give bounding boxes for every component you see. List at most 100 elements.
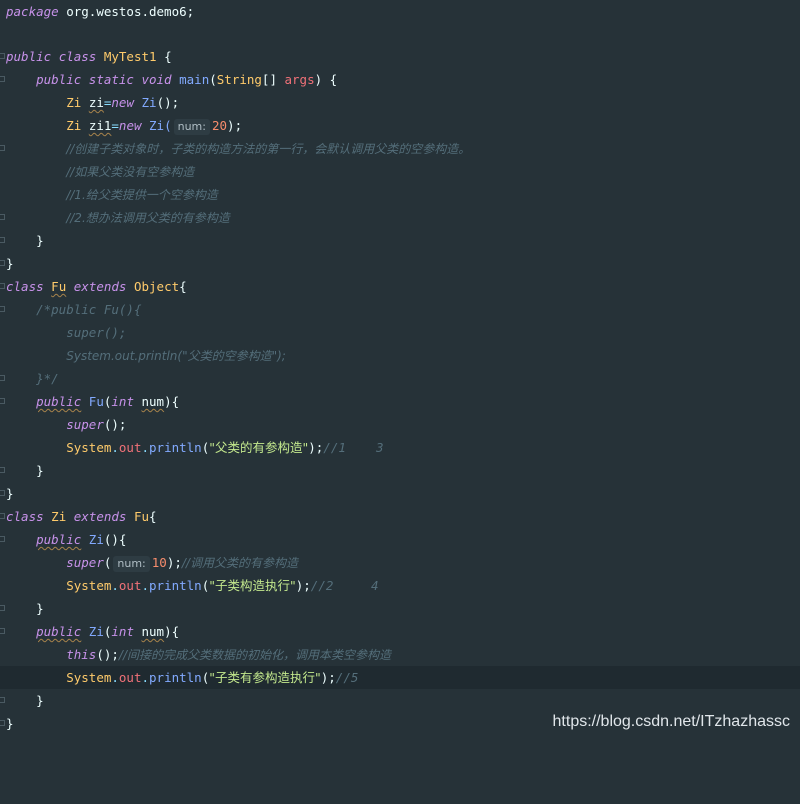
keyword: extends (73, 279, 127, 294)
watermark-url: https://blog.csdn.net/ITzhazhassc (552, 713, 790, 730)
fold-icon[interactable] (0, 513, 5, 519)
comment: super(); (66, 325, 127, 340)
code-line[interactable]: Zi zi=new Zi(); (0, 91, 800, 114)
constructor-call: Zi (141, 95, 157, 110)
keyword: int (111, 394, 134, 409)
method-call: println (149, 670, 202, 685)
fold-icon[interactable] (0, 490, 5, 496)
code-line[interactable]: System.out.println("父类的有参构造");//1 3 (0, 436, 800, 459)
string-literal: "子类有参构造执行" (209, 670, 321, 685)
dot: . (141, 440, 150, 455)
code-line[interactable]: } (0, 252, 800, 275)
code-line[interactable]: Zi zi1=new Zi(num: 20); (0, 114, 800, 137)
keyword: public (36, 532, 82, 547)
fold-icon[interactable] (0, 697, 5, 703)
parameter: args (284, 72, 315, 87)
code-line[interactable]: } (0, 597, 800, 620)
fold-icon[interactable] (0, 536, 5, 542)
code-line[interactable]: } (0, 459, 800, 482)
field: out (118, 440, 142, 455)
fold-icon[interactable] (0, 260, 5, 266)
parameter: num (141, 624, 165, 639)
brace: } (36, 601, 44, 616)
keyword: int (111, 624, 134, 639)
code-line[interactable]: super(); (0, 321, 800, 344)
code-line[interactable]: System.out.println("子类构造执行");//2 4 (0, 574, 800, 597)
code-line[interactable]: public static void main(String[] args) { (0, 68, 800, 91)
constructor-name: Zi (88, 624, 104, 639)
code-line[interactable]: } (0, 229, 800, 252)
code-line[interactable]: this();//间接的完成父类数据的初始化，调用本类空参构造 (0, 643, 800, 666)
code-line[interactable]: class Zi extends Fu{ (0, 505, 800, 528)
fold-icon[interactable] (0, 306, 5, 312)
code-line[interactable]: //2.想办法调用父类的有参构造 (0, 206, 800, 229)
punct: ); (295, 578, 311, 593)
code-line[interactable]: //1.给父类提供一个空参构造 (0, 183, 800, 206)
comment: //如果父类没有空参构造 (66, 165, 195, 179)
code-editor[interactable]: package org.westos.demo6; public class M… (0, 0, 800, 741)
fold-icon[interactable] (0, 605, 5, 611)
class-name: System (66, 670, 112, 685)
dot: . (141, 578, 150, 593)
keyword: this (66, 647, 97, 662)
variable: zi1 (88, 118, 112, 133)
comment: //1.给父类提供一个空参构造 (66, 188, 218, 202)
number-literal: 10 (151, 555, 167, 570)
punct: (){ (103, 532, 127, 547)
code-line[interactable]: System.out.println("父类的空参构造"); (0, 344, 800, 367)
code-line-current[interactable]: System.out.println("子类有参构造执行");//5 (0, 666, 800, 689)
punct: ); (308, 440, 324, 455)
paren: ){ (164, 624, 180, 639)
parameter: num (141, 394, 165, 409)
paren: ){ (164, 394, 180, 409)
fold-icon[interactable] (0, 628, 5, 634)
code-line[interactable]: public Zi(){ (0, 528, 800, 551)
code-line[interactable]: public class MyTest1 { (0, 45, 800, 68)
brace: } (6, 256, 14, 271)
fold-icon[interactable] (0, 145, 5, 151)
fold-icon[interactable] (0, 237, 5, 243)
number-literal: 20 (211, 118, 228, 133)
fold-icon[interactable] (0, 720, 5, 726)
brace: } (36, 693, 44, 708)
fold-icon[interactable] (0, 398, 5, 404)
code-line[interactable]: super(); (0, 413, 800, 436)
string-literal: "子类构造执行" (209, 578, 296, 593)
fold-icon[interactable] (0, 76, 5, 82)
fold-icon[interactable] (0, 283, 5, 289)
code-line[interactable]: public Zi(int num){ (0, 620, 800, 643)
code-line[interactable]: /*public Fu(){ (0, 298, 800, 321)
code-line[interactable]: super(num: 10);//调用父类的有参构造 (0, 551, 800, 574)
fold-icon[interactable] (0, 467, 5, 473)
fold-icon[interactable] (0, 214, 5, 220)
keyword: class (6, 279, 44, 294)
fold-icon[interactable] (0, 375, 5, 381)
keyword: public (36, 394, 82, 409)
keyword: static (88, 72, 134, 87)
fold-icon[interactable] (0, 53, 5, 59)
brace: } (6, 716, 14, 731)
constructor-name: Zi (88, 532, 104, 547)
code-line[interactable]: public Fu(int num){ (0, 390, 800, 413)
code-line[interactable]: class Fu extends Object{ (0, 275, 800, 298)
code-line[interactable]: } (0, 482, 800, 505)
code-line[interactable]: package org.westos.demo6; (0, 0, 800, 23)
comment: System.out.println("父类的空参构造"); (66, 349, 286, 363)
brace: { (179, 279, 187, 294)
keyword: super (66, 417, 104, 432)
paren: ( (103, 555, 112, 570)
code-line[interactable]: }*/ (0, 367, 800, 390)
string-literal: "父类的有参构造" (209, 440, 309, 455)
code-line[interactable]: } (0, 689, 800, 712)
code-line[interactable]: //如果父类没有空参构造 (0, 160, 800, 183)
code-line[interactable]: //创建子类对象时，子类的构造方法的第一行，会默认调用父类的空参构造。 (0, 137, 800, 160)
method-call: println (149, 578, 202, 593)
paren: ) { (314, 72, 338, 87)
variable: zi (88, 95, 104, 110)
keyword: new (118, 118, 142, 133)
comment: /*public Fu(){ (36, 302, 142, 317)
class-name: System (66, 578, 112, 593)
brace: } (6, 486, 14, 501)
class-name: System (66, 440, 112, 455)
type-name: Zi (66, 118, 82, 133)
